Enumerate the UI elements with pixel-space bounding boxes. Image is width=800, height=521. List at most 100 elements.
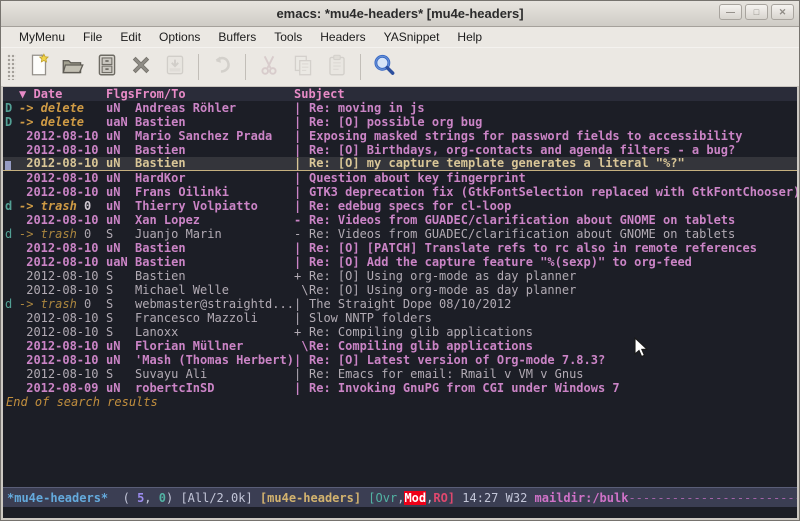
header-row[interactable]: 2012-08-10uNBastien|Re: [O] my capture t… — [3, 157, 797, 171]
mode-line-segment-dash: ---------------------------------------- — [628, 491, 797, 505]
mode-line-segment-plain: , — [397, 491, 404, 505]
save-cabinet-button[interactable] — [90, 51, 124, 83]
mode-line-segment-plain: 14:27 W32 — [455, 491, 534, 505]
flags-cell: uN — [106, 171, 135, 185]
toolbar-separator — [360, 54, 361, 80]
flags-cell: uN — [106, 199, 135, 213]
paste-clipboard-button[interactable] — [320, 51, 354, 83]
mode-line-segment-plain: [All/2.0k] — [180, 491, 259, 505]
close-x-button[interactable] — [124, 51, 158, 83]
maximize-button[interactable]: □ — [745, 4, 768, 20]
header-row[interactable]: 2012-08-10SMichael Welle \Re: [O] Using … — [3, 283, 797, 297]
header-row[interactable]: 2012-08-10uNHardKor|Question about key f… — [3, 171, 797, 185]
close-button[interactable]: ✕ — [771, 4, 794, 20]
header-row[interactable]: D-> deleteuNAndreas Röhler|Re: moving in… — [3, 101, 797, 115]
header-row[interactable]: 2012-08-10uNXan Lopez-Re: Videos from GU… — [3, 213, 797, 227]
header-row[interactable]: 2012-08-10SBastien+Re: [O] Using org-mod… — [3, 269, 797, 283]
header-row[interactable]: 2012-08-10uN'Mash (Thomas Herbert)|Re: [… — [3, 353, 797, 367]
menu-item-file[interactable]: File — [75, 28, 110, 46]
thread-prefix: | — [294, 199, 309, 213]
toolbar-drag-handle[interactable] — [7, 54, 16, 80]
column-date[interactable]: ▼ Date — [19, 87, 106, 101]
mark-char — [5, 283, 19, 297]
toolbar-separator — [198, 54, 199, 80]
subject-cell: Re: [O] Using org-mode as day planner — [309, 269, 797, 283]
copy-pages-button[interactable] — [286, 51, 320, 83]
subject-cell: Re: [O] Using org-mode as day planner — [309, 283, 797, 297]
undo-arrow-button[interactable] — [205, 51, 239, 83]
header-row[interactable]: 2012-08-10uNBastien|Re: [O] Birthdays, o… — [3, 143, 797, 157]
mark-char — [5, 171, 19, 185]
header-row[interactable]: 2012-08-10uNMario Sanchez Prada|Exposing… — [3, 129, 797, 143]
header-row[interactable]: 2012-08-10uNFlorian Müllner \Re: Compili… — [3, 339, 797, 353]
header-row[interactable]: 2012-08-10uNFrans Oilinki|GTK3 deprecati… — [3, 185, 797, 199]
menu-item-yasnippet[interactable]: YASnippet — [376, 28, 448, 46]
date-cell: 2012-08-10 — [19, 339, 106, 353]
date-cell: -> delete — [19, 101, 106, 115]
mark-char — [5, 353, 19, 367]
open-folder-button[interactable] — [56, 51, 90, 83]
menu-item-help[interactable]: Help — [449, 28, 490, 46]
mode-line-segment-plain: ( — [108, 491, 137, 505]
menu-item-options[interactable]: Options — [151, 28, 208, 46]
thread-prefix: | — [294, 241, 309, 255]
menu-item-tools[interactable]: Tools — [266, 28, 310, 46]
column-flags[interactable]: Flgs — [106, 87, 135, 101]
mark-char: d — [5, 199, 19, 213]
mark-char — [5, 185, 19, 199]
from-cell: 'Mash (Thomas Herbert) — [135, 353, 294, 367]
echo-area[interactable] — [3, 507, 797, 518]
date-cell: -> trash 0 — [19, 297, 106, 311]
cut-scissors-button[interactable] — [252, 51, 286, 83]
header-row[interactable]: d-> trash 0uNThierry Volpiatto|Re: edebu… — [3, 199, 797, 213]
menu-item-edit[interactable]: Edit — [112, 28, 149, 46]
flags-cell: uN — [106, 353, 135, 367]
header-row[interactable]: 2012-08-10uaNBastien|Re: [O] Add the cap… — [3, 255, 797, 269]
copy-pages-icon — [290, 52, 316, 83]
save-cabinet-icon — [94, 52, 120, 83]
menu-item-buffers[interactable]: Buffers — [210, 28, 264, 46]
from-cell: Bastien — [135, 269, 294, 283]
header-row[interactable]: 2012-08-09uNrobertcInSD|Re: Invoking Gnu… — [3, 381, 797, 395]
header-row[interactable]: 2012-08-10SFrancesco Mazzoli|Slow NNTP f… — [3, 311, 797, 325]
mark-char — [5, 367, 19, 381]
menu-item-headers[interactable]: Headers — [312, 28, 373, 46]
date-cell: 2012-08-10 — [19, 185, 106, 199]
menu-item-mymenu[interactable]: MyMenu — [11, 28, 73, 46]
header-row[interactable]: d-> trash 0Swebmaster@straightd...|The S… — [3, 297, 797, 311]
header-row[interactable]: D-> deleteuaNBastien|Re: [O] possible or… — [3, 115, 797, 129]
header-row[interactable]: d-> trash 0SJuanjo Marin-Re: Videos from… — [3, 227, 797, 241]
header-row[interactable]: 2012-08-10SLanoxx+Re: Compiling glib app… — [3, 325, 797, 339]
from-cell: Mario Sanchez Prada — [135, 129, 294, 143]
search-magnifier-button[interactable] — [367, 51, 401, 83]
header-row[interactable]: 2012-08-10uNBastien|Re: [O] [PATCH] Tran… — [3, 241, 797, 255]
subject-cell: Re: [O] Birthdays, org-contacts and agen… — [309, 143, 797, 157]
thread-prefix: - — [294, 227, 309, 241]
subject-cell: Re: [O] Add the capture feature "%(sexp)… — [309, 255, 797, 269]
minimize-button[interactable]: — — [719, 4, 742, 20]
from-cell: Thierry Volpiatto — [135, 199, 294, 213]
mark-char — [5, 325, 19, 339]
flags-cell: uaN — [106, 115, 135, 129]
flags-cell: S — [106, 325, 135, 339]
mode-line-segment-num1: 5 — [137, 491, 144, 505]
date-cell: 2012-08-10 — [19, 269, 106, 283]
header-row[interactable]: 2012-08-10SSuvayu Ali|Re: Emacs for emai… — [3, 367, 797, 381]
thread-prefix: | — [294, 367, 309, 381]
subject-cell: Re: Invoking GnuPG from CGI under Window… — [309, 381, 797, 395]
mark-target-label: -> trash — [19, 199, 77, 213]
thread-prefix: | — [294, 381, 309, 395]
text-cursor — [5, 161, 11, 171]
thread-prefix: | — [294, 101, 309, 115]
column-from[interactable]: From/To — [135, 87, 294, 101]
new-file-button[interactable] — [22, 51, 56, 83]
mark-char — [5, 255, 19, 269]
sort-desc-icon: ▼ — [19, 87, 26, 101]
import-box-button[interactable] — [158, 51, 192, 83]
flags-cell: S — [106, 297, 135, 311]
mark-char — [5, 213, 19, 227]
mark-target-suffix: 0 — [77, 199, 91, 213]
column-subject[interactable]: Subject — [294, 87, 797, 101]
subject-cell: Re: [O] [PATCH] Translate refs to rc als… — [309, 241, 797, 255]
close-x-icon — [128, 52, 154, 83]
